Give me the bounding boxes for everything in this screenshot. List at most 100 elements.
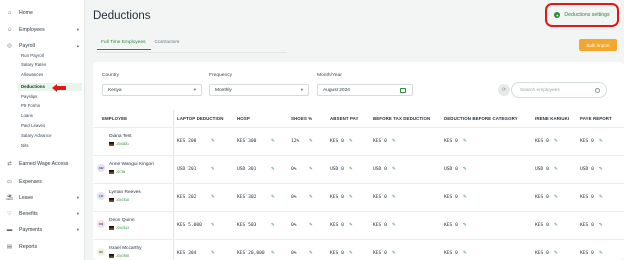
employee-id: JO#7898 (109, 254, 129, 258)
cell-before-tax: KES 0 (373, 251, 387, 256)
tabs-divider (97, 52, 287, 53)
cell-irene: KES 0 (535, 251, 549, 256)
edit-pencil-icon[interactable]: ✎ (309, 166, 313, 172)
edit-pencil-icon[interactable]: ✎ (349, 166, 353, 172)
search-input[interactable]: Search employees (511, 82, 607, 98)
employee-name[interactable]: Anne Wangui Kingori (109, 162, 154, 167)
edit-pencil-icon[interactable]: ✎ (271, 194, 275, 200)
col-header-irene: IRENE KARIUKI (535, 116, 570, 121)
chevron-down-icon: ▾ (193, 87, 196, 92)
sidebar-subitem-deductions[interactable]: Deductions (18, 83, 82, 91)
tabs: Full Time Employees Contractors (97, 40, 184, 50)
tab-contractors[interactable]: Contractors (151, 40, 185, 50)
chevron-down-icon: ▾ (76, 226, 79, 232)
employee-name[interactable]: Deon Quinn (109, 218, 135, 223)
edit-pencil-icon[interactable]: ✎ (271, 222, 275, 228)
cell-shoes: 0% (291, 195, 297, 200)
sidebar-subitem-salary-rates[interactable]: Salary Rates (21, 61, 46, 69)
employee-id-text: JO784 (116, 170, 126, 174)
country-label: Country (102, 73, 120, 78)
edit-pencil-icon[interactable]: ✎ (463, 194, 467, 200)
sidebar-subitem-paid-leaves[interactable]: Paid Leaves (21, 122, 45, 130)
avatar: DQ (97, 220, 105, 228)
avatar: LR (97, 192, 105, 200)
cell-laptop: KES 200 (177, 139, 197, 144)
frequency-select[interactable]: Monthly ▾ (209, 84, 309, 96)
cell-before-tax: USD 0 (373, 167, 387, 172)
sidebar-subitem-allowances[interactable]: Allowances (21, 71, 43, 79)
edit-pencil-icon[interactable]: ✎ (349, 222, 353, 228)
main-content: Deductions ✦ Deductions settings Full Tim… (85, 0, 624, 260)
edit-pencil-icon[interactable]: ✎ (211, 138, 215, 144)
edit-pencil-icon[interactable]: ✎ (599, 222, 603, 228)
edit-pencil-icon[interactable]: ✎ (554, 222, 558, 228)
edit-pencil-icon[interactable]: ✎ (463, 138, 467, 144)
sidebar-subitem-loans[interactable]: Loans (21, 112, 33, 120)
edit-pencil-icon[interactable]: ✎ (271, 138, 275, 144)
sidebar-subitem-payslips[interactable]: Payslips (21, 93, 37, 101)
sidebar-subitem-salary-advance[interactable]: Salary Advance (21, 132, 52, 140)
sidebar-item-label: Benefits (19, 210, 38, 217)
edit-pencil-icon[interactable]: ✎ (392, 138, 396, 144)
edit-pencil-icon[interactable]: ✎ (271, 250, 275, 256)
edit-pencil-icon[interactable]: ✎ (309, 222, 313, 228)
edit-pencil-icon[interactable]: ✎ (392, 250, 396, 256)
edit-pencil-icon[interactable]: ✎ (554, 138, 558, 144)
edit-pencil-icon[interactable]: ✎ (349, 250, 353, 256)
edit-pencil-icon[interactable]: ✎ (554, 166, 558, 172)
sidebar-subitem-run-payroll[interactable]: Run Payroll (21, 52, 44, 60)
edit-pencil-icon[interactable]: ✎ (554, 194, 558, 200)
employee-name[interactable]: Diana Test (109, 134, 132, 139)
edit-pencil-icon[interactable]: ✎ (599, 166, 603, 172)
kenya-flag-icon (109, 142, 114, 146)
sidebar-item-employees[interactable]: ☺ Employees ▾ (0, 23, 85, 36)
edit-pencil-icon[interactable]: ✎ (309, 250, 313, 256)
employee-name[interactable]: Lyman Reeves (109, 190, 141, 195)
edit-pencil-icon[interactable]: ✎ (463, 166, 467, 172)
deductions-settings-button[interactable]: ✦ Deductions settings (545, 3, 619, 27)
edit-pencil-icon[interactable]: ✎ (463, 250, 467, 256)
bulk-import-button[interactable]: Bulk Import (579, 39, 617, 51)
month-year-picker[interactable]: August 2024 (317, 84, 413, 96)
edit-pencil-icon[interactable]: ✎ (271, 166, 275, 172)
tab-full-time-employees[interactable]: Full Time Employees (97, 40, 151, 50)
edit-pencil-icon[interactable]: ✎ (349, 138, 353, 144)
kenya-flag-icon (109, 170, 114, 174)
edit-pencil-icon[interactable]: ✎ (349, 194, 353, 200)
edit-pencil-icon[interactable]: ✎ (392, 194, 396, 200)
employee-name[interactable]: Israel Mccarthy (109, 246, 142, 251)
sidebar-item-expenses[interactable]: ▭ Expenses (0, 175, 85, 188)
edit-pencil-icon[interactable]: ✎ (463, 222, 467, 228)
avatar (97, 136, 105, 144)
edit-pencil-icon[interactable]: ✎ (392, 222, 396, 228)
edit-pencil-icon[interactable]: ✎ (211, 194, 215, 200)
cell-laptop: USD 201 (177, 167, 197, 172)
sidebar-item-leave[interactable]: ⛱ Leave ▾ (0, 191, 85, 204)
sidebar-item-home[interactable]: ⌂ Home (0, 6, 85, 19)
edit-pencil-icon[interactable]: ✎ (392, 166, 396, 172)
sidebar-item-reports[interactable]: ▤ Reports (0, 240, 85, 253)
edit-pencil-icon[interactable]: ✎ (554, 250, 558, 256)
sidebar-item-benefits[interactable]: ♡ Benefits ▾ (0, 207, 85, 220)
edit-pencil-icon[interactable]: ✎ (211, 250, 215, 256)
sidebar-subitem-nits[interactable]: Nits (21, 142, 29, 150)
refresh-button[interactable]: ⟳ (498, 84, 510, 96)
edit-pencil-icon[interactable]: ✎ (309, 138, 313, 144)
chevron-down-icon: ▾ (76, 210, 79, 216)
edit-pencil-icon[interactable]: ✎ (211, 222, 215, 228)
edit-pencil-icon[interactable]: ✎ (599, 194, 603, 200)
cell-shoes: 0% (291, 167, 297, 172)
col-header-before-tax: BEFORE TAX DEDUCTION (373, 116, 431, 121)
cell-shoes: 0% (291, 251, 297, 256)
frequency-label: Frequency (209, 73, 233, 78)
frequency-value: Monthly (215, 87, 232, 93)
sidebar-item-payments[interactable]: ▬ Payments ▾ (0, 223, 85, 236)
sidebar-subitem-p9-forms[interactable]: P9 Forms (21, 102, 40, 110)
sidebar-item-earned-wage-access[interactable]: ⇄ Earned Wage Access (0, 157, 85, 170)
edit-pencil-icon[interactable]: ✎ (309, 194, 313, 200)
edit-pencil-icon[interactable]: ✎ (599, 250, 603, 256)
sidebar-item-payroll[interactable]: ◎ Payroll ▴ (0, 39, 85, 52)
edit-pencil-icon[interactable]: ✎ (599, 138, 603, 144)
edit-pencil-icon[interactable]: ✎ (211, 166, 215, 172)
country-select[interactable]: Kenya ▾ (102, 84, 202, 96)
